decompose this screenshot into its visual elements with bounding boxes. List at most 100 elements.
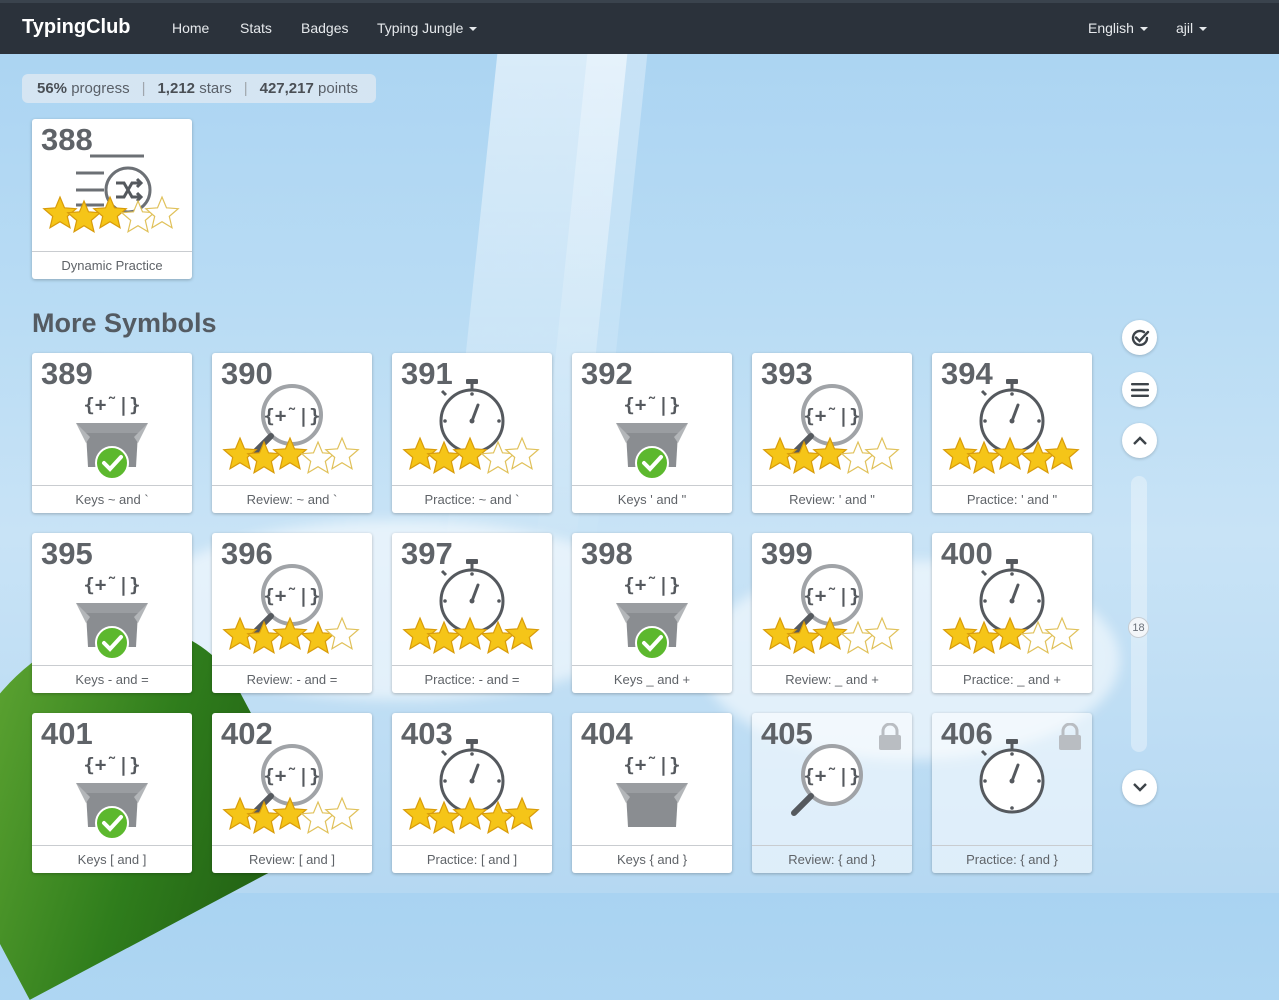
lesson-card-401[interactable]: 401 {+˜|} Keys [ and ] xyxy=(32,713,192,873)
lesson-card-395[interactable]: 395 {+˜|} Keys - and = xyxy=(32,533,192,693)
lesson-card-400[interactable]: 400 Practice: _ and + xyxy=(932,533,1092,693)
check-circle-icon xyxy=(635,446,669,480)
lesson-card-402[interactable]: 402 {+˜|} Review: [ and ] xyxy=(212,713,372,873)
lock-icon xyxy=(878,722,902,756)
stopwatch-icon xyxy=(979,559,1045,634)
lesson-review-icon: {+˜|} xyxy=(752,377,912,487)
lesson-label: Keys ~ and ` xyxy=(32,485,192,513)
progress-label: progress xyxy=(71,80,130,97)
points-label: points xyxy=(318,80,359,97)
star-filled-icon xyxy=(504,796,540,831)
stopwatch-icon xyxy=(979,379,1045,454)
divider: | xyxy=(141,80,146,97)
lesson-card-406[interactable]: 406 Practice: { and } xyxy=(932,713,1092,873)
top-navbar: TypingClub Home Stats Badges Typing Jung… xyxy=(0,0,1279,54)
stars-label: stars xyxy=(199,80,232,97)
lesson-card-405[interactable]: 405 {+˜|} Review: { and } xyxy=(752,713,912,873)
lesson-review-icon: {+˜|} xyxy=(752,557,912,667)
lesson-card-392[interactable]: 392 {+˜|} Keys ' and " xyxy=(572,353,732,513)
chevron-down-icon xyxy=(469,27,478,32)
lesson-card-397[interactable]: 397 Practice: - and = xyxy=(392,533,552,693)
star-filled-icon xyxy=(246,620,282,655)
star-empty-icon xyxy=(300,440,336,475)
lesson-card-391[interactable]: 391 Practice: ~ and ` xyxy=(392,353,552,513)
nav-typing-jungle-dropdown[interactable]: Typing Jungle xyxy=(377,20,478,36)
divider: | xyxy=(243,80,248,97)
keys-box-icon: {+˜|} xyxy=(616,754,688,827)
nav-typing-jungle-label: Typing Jungle xyxy=(377,20,464,36)
star-empty-icon xyxy=(324,796,360,831)
star-empty-icon xyxy=(840,440,876,475)
lesson-card-396[interactable]: 396 {+˜|} Review: - and = xyxy=(212,533,372,693)
lock-icon xyxy=(1058,722,1082,756)
lesson-label: Review: _ and + xyxy=(752,665,912,693)
star-filled-icon xyxy=(786,440,822,475)
lesson-label: Practice: ' and " xyxy=(932,485,1092,513)
lesson-keys-icon: {+˜|} xyxy=(32,377,192,487)
nav-stats[interactable]: Stats xyxy=(240,20,272,36)
svg-text:{+˜|}: {+˜|} xyxy=(83,754,140,776)
magnifier-icon: {+˜|} xyxy=(791,744,863,816)
star-filled-icon xyxy=(246,440,282,475)
chevron-down-icon xyxy=(1132,783,1147,792)
lesson-keys-icon: {+˜|} xyxy=(572,737,732,847)
scroll-position-indicator[interactable]: 18 xyxy=(1128,617,1149,638)
chevron-down-icon xyxy=(1139,27,1148,32)
progress-value: 56% xyxy=(37,80,68,97)
lesson-label: Practice: - and = xyxy=(392,665,552,693)
svg-text:{+˜|}: {+˜|} xyxy=(803,585,860,607)
hamburger-menu-icon xyxy=(1130,382,1149,397)
lesson-card-393[interactable]: 393 {+˜|} Review: ' and " xyxy=(752,353,912,513)
language-dropdown[interactable]: English xyxy=(1088,20,1148,36)
lesson-card-404[interactable]: 404 {+˜|} Keys { and } xyxy=(572,713,732,873)
svg-text:{+˜|}: {+˜|} xyxy=(803,765,860,787)
lesson-card-398[interactable]: 398 {+˜|} Keys _ and + xyxy=(572,533,732,693)
lesson-label: Review: [ and ] xyxy=(212,845,372,873)
user-name: ajil xyxy=(1176,20,1194,36)
menu-button[interactable] xyxy=(1122,372,1157,407)
lesson-label: Keys _ and + xyxy=(572,665,732,693)
user-menu-dropdown[interactable]: ajil xyxy=(1176,20,1208,36)
stopwatch-icon xyxy=(979,739,1045,814)
star-filled-icon xyxy=(300,620,336,655)
section-title: More Symbols xyxy=(32,308,217,338)
star-empty-icon xyxy=(864,436,900,471)
check-progress-button[interactable] xyxy=(1122,320,1157,355)
brand-logo[interactable]: TypingClub xyxy=(22,16,131,39)
lesson-card-389[interactable]: 389 {+˜|} Keys ~ and ` xyxy=(32,353,192,513)
chevron-up-icon xyxy=(1132,436,1147,445)
svg-text:{+˜|}: {+˜|} xyxy=(263,405,320,427)
svg-text:{+˜|}: {+˜|} xyxy=(623,754,680,776)
progress-summary: 56% progress | 1,212 stars | 427,217 poi… xyxy=(22,74,376,103)
lesson-scrollbar[interactable] xyxy=(1131,476,1147,752)
scroll-down-button[interactable] xyxy=(1122,770,1157,805)
lesson-keys-icon: {+˜|} xyxy=(572,377,732,487)
check-circle-icon xyxy=(1131,329,1149,346)
star-empty-icon xyxy=(840,620,876,655)
nav-home[interactable]: Home xyxy=(172,20,209,36)
lesson-review-icon: {+˜|} xyxy=(212,737,372,847)
nav-badges[interactable]: Badges xyxy=(301,20,348,36)
lesson-card-394[interactable]: 394 Practice: ' and " xyxy=(932,353,1092,513)
lesson-practice-icon xyxy=(932,557,1092,667)
star-filled-icon xyxy=(1044,436,1080,471)
lesson-card-399[interactable]: 399 {+˜|} Review: _ and + xyxy=(752,533,912,693)
lesson-label: Review: ~ and ` xyxy=(212,485,372,513)
svg-text:{+˜|}: {+˜|} xyxy=(263,585,320,607)
lesson-label: Review: ' and " xyxy=(752,485,912,513)
star-filled-icon xyxy=(786,620,822,655)
lesson-label: Practice: { and } xyxy=(932,845,1092,873)
lesson-card-390[interactable]: 390 {+˜|} Review: ~ and ` xyxy=(212,353,372,513)
check-circle-icon xyxy=(95,446,129,480)
lesson-label: Review: { and } xyxy=(752,845,912,873)
stopwatch-icon xyxy=(439,739,505,814)
check-circle-icon xyxy=(95,626,129,660)
lesson-label: Dynamic Practice xyxy=(32,251,192,279)
lesson-card-403[interactable]: 403 Practice: [ and ] xyxy=(392,713,552,873)
lesson-card-dynamic-practice[interactable]: 388 Dynamic Practice xyxy=(32,119,192,279)
stopwatch-icon xyxy=(439,379,505,454)
lesson-label: Keys - and = xyxy=(32,665,192,693)
star-empty-icon xyxy=(300,800,336,835)
scroll-up-button[interactable] xyxy=(1122,423,1157,458)
lesson-practice-icon xyxy=(932,377,1092,487)
